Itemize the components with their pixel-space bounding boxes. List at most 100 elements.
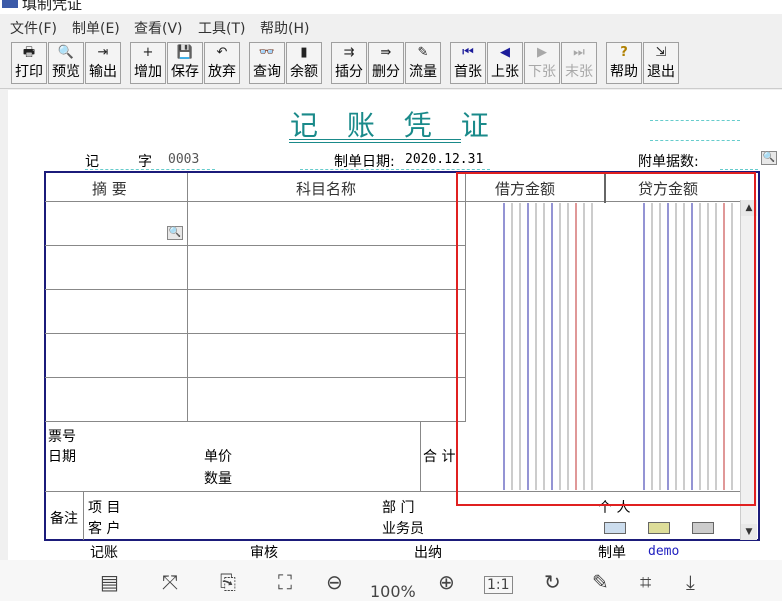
scroll-down-arrow-icon[interactable]: ▼ <box>741 524 757 540</box>
print-button[interactable]: 🖶 打印 <box>11 42 47 84</box>
row-line <box>45 245 466 246</box>
preparer-name: demo <box>648 544 680 559</box>
menu-view[interactable]: 查看(V) <box>134 18 183 38</box>
window-title: 填制凭证 <box>22 0 83 13</box>
menu-bar: 文件(F) 制单(E) 查看(V) 工具(T) 帮助(H) <box>0 14 782 38</box>
last-label: 末张 <box>565 64 593 80</box>
download-icon[interactable]: ⤓ <box>686 570 695 594</box>
add-button[interactable]: + 增加 <box>130 42 166 84</box>
zoom-in-icon[interactable]: ⊕ <box>438 570 455 594</box>
preview-button[interactable]: 🔍 预览 <box>48 42 84 84</box>
delete-entry-label: 删分 <box>372 64 400 80</box>
insert-entry-label: 插分 <box>335 64 363 80</box>
dash-decoration <box>85 169 215 170</box>
voucher-number[interactable]: 0003 <box>168 152 199 167</box>
binoculars-icon: 👓 <box>258 45 276 60</box>
dash-decoration <box>650 140 740 141</box>
menu-help[interactable]: 帮助(H) <box>260 18 309 38</box>
first-label: 首张 <box>454 64 482 80</box>
export-icon: ⇥ <box>97 45 109 60</box>
remarks-label-separator <box>83 492 84 540</box>
crop-fit-icon[interactable]: ⛶ <box>278 570 292 594</box>
discard-label: 放弃 <box>208 64 236 80</box>
edit-icon[interactable] <box>692 522 714 534</box>
quantity-label: 数量 <box>204 471 232 487</box>
viewer-toolbar: ▤ ⤧ ⎘ ⛶ ⊖ 100% ⊕ 1:1 ↻ ✎ ⌗ ⤓ <box>0 560 782 601</box>
voucher-date[interactable]: 2020.12.31 <box>405 152 483 167</box>
query-label: 查询 <box>253 64 281 80</box>
title-underline <box>289 139 461 140</box>
attachments-lookup-button[interactable]: 🔍 <box>761 151 777 165</box>
dash-decoration <box>650 120 740 121</box>
balance-button[interactable]: ▮ 余额 <box>286 42 322 84</box>
fit-screen-icon[interactable]: ⤧ <box>162 570 178 594</box>
balance-chart-icon: ▮ <box>300 45 308 60</box>
book-icon[interactable] <box>648 522 670 534</box>
layout-icon[interactable]: ▤ <box>100 570 119 594</box>
title-underline-2 <box>289 142 461 143</box>
add-icon: + <box>142 45 154 60</box>
salesperson-label: 业务员 <box>382 521 424 537</box>
row-line <box>45 377 466 378</box>
last-icon: ⏭ <box>573 45 585 60</box>
edit-icon[interactable]: ✎ <box>592 570 609 594</box>
prev-button[interactable]: ◀ 上张 <box>487 42 523 84</box>
rotate-icon[interactable]: ↻ <box>544 570 561 594</box>
row-line <box>45 421 466 422</box>
undo-icon: ↶ <box>216 45 228 60</box>
remarks-label: 备注 <box>50 511 78 527</box>
crop-icon[interactable]: ⌗ <box>640 570 651 594</box>
app-icon <box>2 0 18 8</box>
exit-button[interactable]: ⇲ 退出 <box>643 42 679 84</box>
menu-file[interactable]: 文件(F) <box>10 18 57 38</box>
card-icon[interactable] <box>604 522 626 534</box>
preview-icon: 🔍 <box>57 45 75 60</box>
next-label: 下张 <box>528 64 556 80</box>
delete-entry-button[interactable]: ⇛ 删分 <box>368 42 404 84</box>
insert-row-icon: ⇉ <box>343 45 355 60</box>
print-label: 打印 <box>15 64 43 80</box>
ocr-icon[interactable]: ⎘ <box>220 570 236 594</box>
first-button[interactable]: ⏮ 首张 <box>450 42 486 84</box>
help-icon: ? <box>620 45 628 60</box>
menu-tools[interactable]: 工具(T) <box>198 18 245 38</box>
magnifier-icon: 🔍 <box>762 152 776 163</box>
title-bar: 填制凭证 <box>0 0 782 14</box>
help-button[interactable]: ? 帮助 <box>606 42 642 84</box>
save-icon: 💾 <box>176 45 194 60</box>
insert-entry-button[interactable]: ⇉ 插分 <box>331 42 367 84</box>
attachments-label: 附单据数: <box>638 154 699 170</box>
voucher-title: 记 账 凭 证 <box>290 109 499 142</box>
exit-icon: ⇲ <box>655 45 667 60</box>
next-button[interactable]: ▶ 下张 <box>524 42 560 84</box>
first-icon: ⏮ <box>462 45 474 60</box>
query-button[interactable]: 👓 查询 <box>249 42 285 84</box>
actual-size-icon[interactable]: 1:1 <box>484 576 513 594</box>
cashflow-button[interactable]: ✎ 流量 <box>405 42 441 84</box>
save-label: 保存 <box>171 64 199 80</box>
customer-label: 客 户 <box>88 521 121 537</box>
toolbar: 🖶 打印 🔍 预览 ⇥ 输出 + 增加 💾 保存 ↶ 放弃 👓 查询 ▮ 余额 ⇉ 插分 ⇛ 删分 … <box>0 38 782 89</box>
total-separator <box>420 421 421 491</box>
voucher-type-label: 记 <box>85 154 99 170</box>
total-label: 合 计 <box>423 449 456 465</box>
help-label: 帮助 <box>610 64 638 80</box>
unit-price-label: 单价 <box>204 449 232 465</box>
bookkeeper-label: 记账 <box>90 545 118 561</box>
discard-button[interactable]: ↶ 放弃 <box>204 42 240 84</box>
delete-row-icon: ⇛ <box>380 45 392 60</box>
date-label: 制单日期: <box>334 154 395 170</box>
ticket-no-label: 票号 <box>48 429 76 445</box>
zoom-level: 100% <box>370 582 416 601</box>
export-button[interactable]: ⇥ 输出 <box>85 42 121 84</box>
menu-voucher[interactable]: 制单(E) <box>72 18 120 38</box>
preview-label: 预览 <box>52 64 80 80</box>
prev-label: 上张 <box>491 64 519 80</box>
zoom-out-icon[interactable]: ⊖ <box>326 570 343 594</box>
last-button[interactable]: ⏭ 末张 <box>561 42 597 84</box>
print-icon: 🖶 <box>22 45 36 60</box>
summary-lookup-button[interactable]: 🔍 <box>167 226 183 240</box>
col-summary-header: 摘 要 <box>92 180 127 198</box>
save-button[interactable]: 💾 保存 <box>167 42 203 84</box>
cashier-label: 出纳 <box>414 545 442 561</box>
